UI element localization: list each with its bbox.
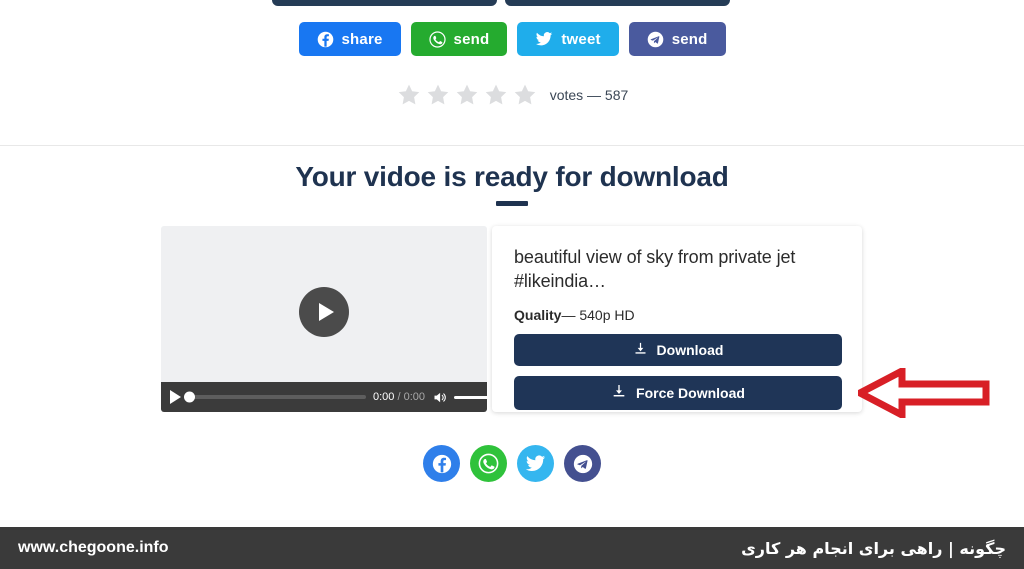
share-button-whatsapp[interactable]: send xyxy=(410,22,508,56)
star-icon-3[interactable] xyxy=(454,82,480,108)
social-icon-whatsapp[interactable] xyxy=(470,445,507,482)
play-icon xyxy=(318,302,334,321)
quality-label: Quality xyxy=(514,306,562,323)
heading-underline-accent xyxy=(496,200,528,206)
star-icon-2[interactable] xyxy=(425,82,451,108)
quality-line: Quality— 540p HD xyxy=(514,307,840,323)
section-divider xyxy=(0,145,1024,146)
share-button-telegram[interactable]: send xyxy=(628,22,726,56)
video-title: beautiful view of sky from private jet #… xyxy=(514,247,796,291)
force-download-button-label: Force Download xyxy=(636,384,745,401)
share-button-whatsapp-label: send xyxy=(453,30,490,48)
play-icon-control[interactable] xyxy=(170,390,181,404)
social-icon-twitter[interactable] xyxy=(517,445,554,482)
star-icon-4[interactable] xyxy=(483,82,509,108)
volume-slider[interactable] xyxy=(454,395,487,399)
download-section-header: Your vidoe is ready for download xyxy=(0,160,1024,206)
video-player[interactable]: 0:00 / 0:00 xyxy=(161,226,487,412)
social-icon-row xyxy=(0,445,1024,482)
red-arrow-left-icon xyxy=(852,365,990,423)
share-button-telegram-label: send xyxy=(671,30,708,48)
star-icon-5[interactable] xyxy=(512,82,538,108)
rating-row: votes — 587 xyxy=(0,82,1024,108)
social-icon-telegram[interactable] xyxy=(564,445,601,482)
time-separator: / xyxy=(397,391,401,403)
whatsapp-icon xyxy=(428,30,446,48)
quality-separator: — xyxy=(561,306,576,323)
force-download-button[interactable]: Force Download xyxy=(514,375,842,410)
page-title: Your vidoe is ready for download xyxy=(295,161,729,192)
video-info-card: beautiful view of sky from private jet #… xyxy=(492,226,862,412)
star-icon-1[interactable] xyxy=(396,82,422,108)
cut-off-button-right[interactable] xyxy=(505,0,730,6)
time-display: 0:00 / 0:00 xyxy=(373,391,425,403)
twitter-icon xyxy=(535,30,553,48)
download-button-label: Download xyxy=(656,341,724,358)
download-icon xyxy=(633,341,648,359)
share-button-twitter[interactable]: tweet xyxy=(517,22,619,56)
votes-label: votes — 587 xyxy=(549,87,629,103)
footer-url: www.chegoone.info xyxy=(18,539,169,556)
download-icon xyxy=(611,383,627,402)
duration-time: 0:00 xyxy=(403,391,426,403)
cut-off-button-left[interactable] xyxy=(272,0,497,6)
quality-value: 540p HD xyxy=(579,306,635,323)
facebook-icon xyxy=(317,31,334,48)
progress-scrubber[interactable] xyxy=(184,391,195,403)
footer-tagline: چگونه | راهی برای انجام هر کاری xyxy=(741,538,1006,558)
share-button-facebook[interactable]: share xyxy=(298,22,401,56)
download-button[interactable]: Download xyxy=(514,333,842,366)
social-icon-facebook[interactable] xyxy=(423,445,460,482)
footer-bar: www.chegoone.info چگونه | راهی برای انجا… xyxy=(0,527,1024,569)
progress-bar[interactable] xyxy=(184,391,366,403)
play-icon-overlay[interactable] xyxy=(299,286,349,337)
page-root: share send tweet send votes — 587 Your v… xyxy=(0,0,1024,569)
volume-icon[interactable] xyxy=(432,390,447,405)
current-time: 0:00 xyxy=(373,391,395,403)
share-button-row: share send tweet send xyxy=(0,22,1024,56)
telegram-icon xyxy=(647,31,664,48)
share-button-facebook-label: share xyxy=(341,30,383,48)
video-controls-bar: 0:00 / 0:00 xyxy=(161,382,487,412)
share-button-twitter-label: tweet xyxy=(561,30,601,48)
